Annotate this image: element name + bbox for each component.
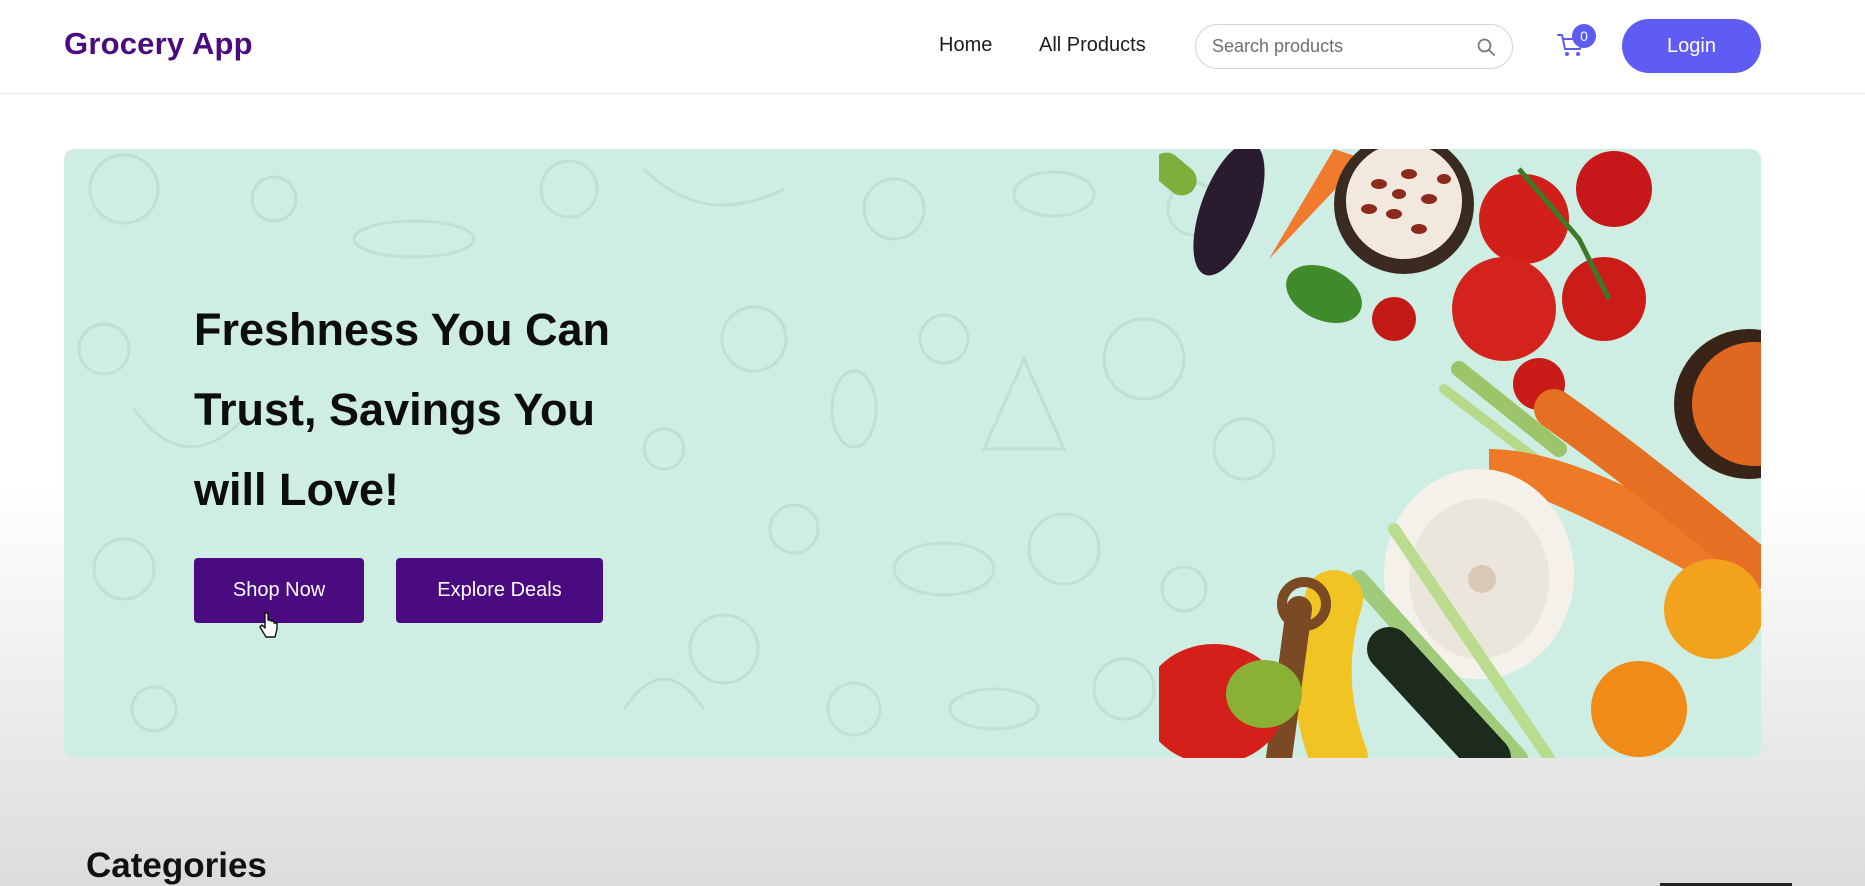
hero-title-line-2: Trust, Savings You — [194, 384, 595, 435]
hero-title-line-1: Freshness You Can — [194, 304, 610, 355]
pointer-cursor-icon — [259, 612, 278, 638]
cart-count-badge: 0 — [1572, 24, 1596, 48]
vegetables-image — [1159, 149, 1761, 758]
search-input[interactable] — [1212, 25, 1467, 68]
hero-banner: Freshness You Can Trust, Savings You wil… — [64, 149, 1761, 758]
hero-title: Freshness You Can Trust, Savings You wil… — [194, 290, 714, 530]
search-box — [1195, 24, 1513, 69]
nav-link-home[interactable]: Home — [939, 34, 992, 57]
categories-heading: Categories — [86, 846, 267, 885]
navbar: Grocery App Home All Products 0 Login — [0, 0, 1865, 94]
logo[interactable]: Grocery App — [64, 26, 253, 62]
hero-title-line-3: will Love! — [194, 464, 400, 515]
explore-deals-button[interactable]: Explore Deals — [396, 558, 603, 623]
login-button[interactable]: Login — [1622, 19, 1761, 73]
search-icon[interactable] — [1476, 37, 1496, 57]
nav-link-all-products[interactable]: All Products — [1039, 34, 1146, 57]
